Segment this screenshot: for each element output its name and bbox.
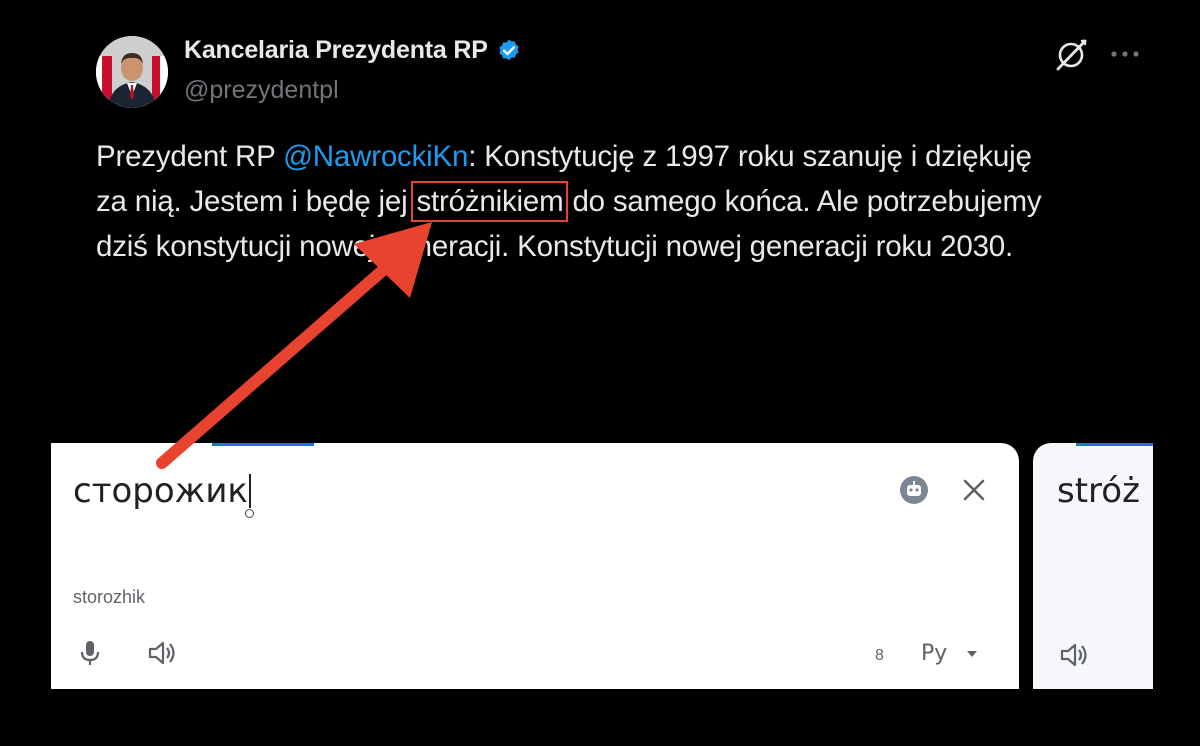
source-text-value: сторожик	[73, 471, 248, 511]
display-name[interactable]: Kancelaria Prezydenta RP	[184, 36, 522, 65]
tweet-text-line-3: dziś konstytucji nowej generacji. Konsty…	[96, 230, 1013, 263]
tweet-text-line-1: Prezydent RP @NawrockiKn: Konstytucję z …	[96, 134, 1156, 179]
handle[interactable]: @prezydentpl	[184, 76, 339, 105]
verified-badge-icon	[499, 39, 519, 60]
translation-text: stróż	[1057, 471, 1140, 511]
speaker-icon[interactable]	[1059, 641, 1091, 669]
avatar-portrait-icon	[96, 36, 168, 108]
romanization-text: storozhik	[73, 587, 146, 607]
mention-link[interactable]: @NawrockiKn	[283, 140, 468, 173]
tweet-text: Prezydent RP @NawrockiKn: Konstytucję z …	[96, 134, 1156, 269]
more-horizontal-icon[interactable]	[1108, 38, 1142, 68]
highlighted-word-box: stróżnikiem	[411, 181, 569, 222]
text-caret	[244, 474, 254, 518]
tweet-text-segment: za nią. Jestem i będę jej	[96, 185, 416, 218]
source-text-input[interactable]: сторожик	[73, 471, 254, 518]
tweet-text-segment: do samego końca. Ale potrzebujemy	[564, 185, 1042, 218]
translate-panel: сторожик storozhik 8 Pу stróż	[51, 443, 1153, 689]
tweet: Kancelaria Prezydenta RP @prezydentpl Pr…	[0, 0, 1200, 440]
assistant-bot-icon[interactable]	[899, 475, 929, 505]
grok-icon[interactable]	[1052, 36, 1090, 74]
target-tab-accent	[1076, 443, 1153, 446]
tweet-text-segment: : Konstytucję z 1997 roku szanuję i dzię…	[468, 140, 1032, 173]
chevron-down-icon[interactable]	[965, 649, 979, 659]
keyboard-selector-label[interactable]: Pу	[921, 641, 947, 666]
character-count: 8	[875, 647, 884, 664]
microphone-icon[interactable]	[77, 639, 103, 667]
display-name-text: Kancelaria Prezydenta RP	[184, 36, 488, 64]
source-tab-accent	[212, 443, 314, 446]
speaker-icon[interactable]	[147, 639, 179, 667]
tweet-text-segment: Prezydent RP	[96, 140, 284, 173]
tweet-text-line-2: za nią. Jestem i będę jej stróżnikiem do…	[96, 179, 1156, 224]
avatar[interactable]	[96, 36, 168, 108]
source-text-card[interactable]: сторожик storozhik 8 Pу	[51, 443, 1019, 689]
translation-card: stróż	[1033, 443, 1153, 689]
close-icon[interactable]	[957, 473, 991, 507]
